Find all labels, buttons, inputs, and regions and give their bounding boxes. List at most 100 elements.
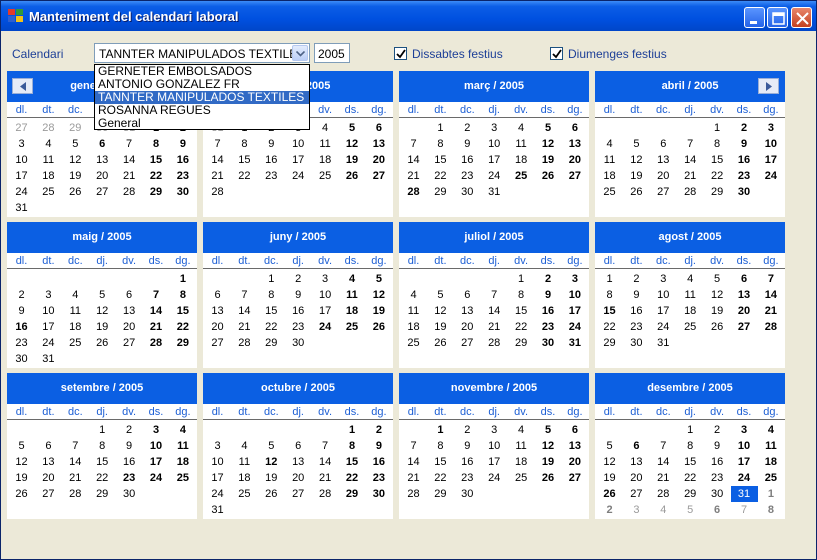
day-cell[interactable]: 29 [508,335,535,351]
day-cell[interactable]: 26 [8,486,35,502]
day-cell[interactable]: 22 [704,168,731,184]
day-cell[interactable]: 30 [365,486,392,502]
day-cell[interactable]: 11 [169,438,196,454]
day-cell[interactable]: 16 [365,454,392,470]
day-cell[interactable]: 6 [35,438,62,454]
day-cell[interactable]: 29 [677,486,704,502]
day-cell[interactable]: 6 [116,287,143,303]
day-cell[interactable]: 21 [312,470,339,486]
day-cell[interactable]: 3 [8,136,35,152]
day-cell[interactable]: 19 [89,319,116,335]
day-cell[interactable]: 9 [454,136,481,152]
day-cell[interactable]: 8 [143,136,170,152]
day-cell[interactable]: 23 [704,470,731,486]
day-cell[interactable]: 15 [339,454,366,470]
day-cell[interactable]: 8 [704,136,731,152]
day-cell[interactable]: 20 [89,168,116,184]
day-cell[interactable]: 19 [8,470,35,486]
day-cell[interactable]: 3 [481,422,508,438]
day-cell[interactable]: 29 [427,184,454,200]
day-cell[interactable]: 26 [365,319,392,335]
day-cell[interactable]: 3 [650,271,677,287]
day-cell[interactable]: 13 [116,303,143,319]
day-cell[interactable]: 12 [365,287,392,303]
day-cell[interactable]: 1 [757,486,784,502]
day-cell[interactable]: 28 [757,319,784,335]
day-cell[interactable]: 20 [650,168,677,184]
day-cell[interactable]: 16 [623,303,650,319]
day-cell[interactable]: 15 [596,303,623,319]
day-cell[interactable]: 6 [561,422,588,438]
day-cell[interactable]: 9 [535,287,562,303]
day-cell[interactable]: 8 [258,287,285,303]
day-cell[interactable]: 23 [169,168,196,184]
day-cell[interactable]: 1 [169,271,196,287]
day-cell[interactable]: 7 [677,136,704,152]
day-cell[interactable]: 23 [365,470,392,486]
day-cell[interactable]: 11 [508,438,535,454]
day-cell[interactable]: 16 [116,454,143,470]
day-cell[interactable]: 25 [677,319,704,335]
day-cell[interactable]: 17 [312,303,339,319]
day-cell[interactable]: 13 [285,454,312,470]
day-cell[interactable]: 19 [623,168,650,184]
day-cell[interactable]: 25 [757,470,784,486]
day-cell[interactable]: 21 [116,168,143,184]
day-cell[interactable]: 21 [757,303,784,319]
day-cell[interactable]: 7 [481,287,508,303]
day-cell[interactable]: 7 [116,136,143,152]
day-cell[interactable]: 27 [35,486,62,502]
day-cell[interactable]: 24 [312,319,339,335]
day-cell[interactable]: 11 [757,438,784,454]
day-cell[interactable]: 20 [561,152,588,168]
day-cell[interactable]: 28 [650,486,677,502]
day-cell[interactable]: 18 [596,168,623,184]
close-button[interactable] [791,7,812,28]
day-cell[interactable]: 18 [757,454,784,470]
day-cell[interactable]: 24 [204,486,231,502]
day-cell[interactable]: 27 [650,184,677,200]
day-cell[interactable]: 4 [169,422,196,438]
day-cell[interactable]: 4 [596,136,623,152]
day-cell[interactable]: 8 [169,287,196,303]
day-cell[interactable]: 29 [427,486,454,502]
day-cell[interactable]: 27 [454,335,481,351]
day-cell[interactable]: 31 [730,486,758,502]
day-cell[interactable]: 9 [285,287,312,303]
day-cell[interactable]: 27 [89,184,116,200]
day-cell[interactable]: 19 [704,303,731,319]
day-cell[interactable]: 14 [116,152,143,168]
day-cell[interactable]: 21 [143,319,170,335]
day-cell[interactable]: 23 [454,168,481,184]
day-cell[interactable]: 2 [285,271,312,287]
day-cell[interactable]: 22 [169,319,196,335]
day-cell[interactable]: 26 [339,168,366,184]
day-cell[interactable]: 26 [535,168,562,184]
day-cell[interactable]: 29 [89,486,116,502]
day-cell[interactable]: 25 [169,470,196,486]
day-cell[interactable]: 29 [258,335,285,351]
day-cell[interactable]: 3 [143,422,170,438]
day-cell[interactable]: 8 [677,438,704,454]
day-cell[interactable]: 12 [62,152,89,168]
day-cell[interactable]: 23 [258,168,285,184]
day-cell[interactable]: 6 [285,438,312,454]
day-cell[interactable]: 22 [339,470,366,486]
day-cell[interactable]: 1 [508,271,535,287]
day-cell[interactable]: 10 [143,438,170,454]
day-cell[interactable]: 14 [400,152,427,168]
day-cell[interactable]: 4 [757,422,784,438]
day-cell[interactable]: 25 [35,184,62,200]
day-cell[interactable]: 20 [116,319,143,335]
day-cell[interactable]: 3 [481,120,508,136]
day-cell[interactable]: 28 [677,184,704,200]
day-cell[interactable]: 23 [8,335,35,351]
day-cell[interactable]: 7 [143,287,170,303]
day-cell[interactable]: 16 [454,152,481,168]
day-cell[interactable]: 10 [35,303,62,319]
day-cell[interactable]: 10 [285,136,312,152]
day-cell[interactable]: 18 [312,152,339,168]
day-cell[interactable]: 7 [312,438,339,454]
day-cell[interactable]: 1 [596,271,623,287]
day-cell[interactable]: 14 [677,152,704,168]
